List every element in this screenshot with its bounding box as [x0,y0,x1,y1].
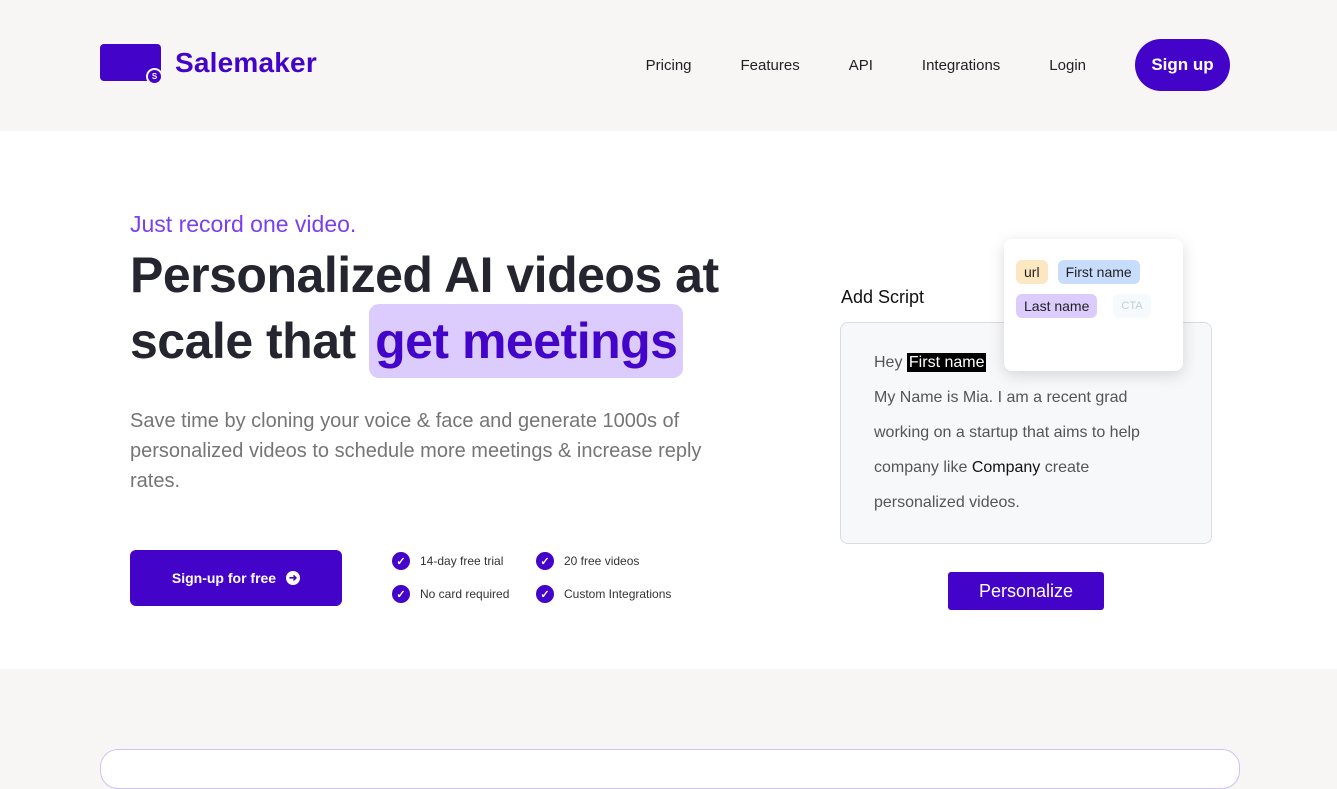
cta-label: Sign-up for free [171,570,277,586]
main-nav: Pricing Features API Integrations Login … [646,39,1230,91]
feature-label: Custom Integrations [564,587,672,601]
variable-chip-first-name[interactable]: First name [1057,260,1140,284]
hero-tagline: Just record one video. [130,211,357,237]
feature-label: 20 free videos [564,554,640,568]
check-circle-icon: ✓ [536,585,554,603]
variable-chip-cta[interactable]: CTA [1113,294,1151,318]
logo-badge: S [146,68,163,85]
brand-name: Salemaker [175,46,317,78]
headline-line2: scale that [130,313,356,369]
check-circle-icon: ✓ [392,585,410,603]
first-name-variable[interactable]: First name [906,353,987,372]
logo[interactable]: S Salemaker [100,44,317,85]
feature-item: ✓ 14-day free trial [392,552,536,570]
nav-features[interactable]: Features [741,57,800,74]
nav-api[interactable]: API [849,57,873,74]
signup-button[interactable]: Sign up [1135,39,1230,91]
script-greeting: Hey [874,354,903,371]
lower-section-card [100,749,1240,789]
site-header: S Salemaker Pricing Features API Integra… [0,0,1337,131]
feature-item: ✓ Custom Integrations [536,585,696,603]
headline-highlight: get meetings [369,304,684,378]
feature-label: 14-day free trial [420,554,504,568]
check-circle-icon: ✓ [392,552,410,570]
hero-subtext: Save time by cloning your voice & face a… [130,410,702,492]
nav-pricing[interactable]: Pricing [646,57,692,74]
add-script-label: Add Script [841,287,925,307]
hero-section: Just record one video. Personalized AI v… [0,131,1337,669]
signup-free-button[interactable]: Sign-up for free ➜ [130,550,342,606]
feature-label: No card required [420,587,510,601]
hero-headline: Personalized AI videos at scale that get… [130,243,719,378]
variable-chip-url[interactable]: url [1016,260,1048,284]
check-circle-icon: ✓ [536,552,554,570]
feature-item: ✓ 20 free videos [536,552,696,570]
logo-icon: S [100,44,163,85]
feature-item: ✓ No card required [392,585,536,603]
personalize-button[interactable]: Personalize [948,572,1104,610]
company-variable[interactable]: Company [972,459,1040,476]
variable-picker-popup: url First name Last name CTA [1004,239,1183,371]
variable-chip-last-name[interactable]: Last name [1016,294,1098,318]
feature-list: ✓ 14-day free trial ✓ 20 free videos ✓ No c… [392,552,696,603]
nav-integrations[interactable]: Integrations [922,57,1000,74]
nav-login[interactable]: Login [1049,57,1086,74]
headline-line1: Personalized AI videos at [130,247,719,303]
arrow-right-circle-icon: ➜ [286,571,301,585]
